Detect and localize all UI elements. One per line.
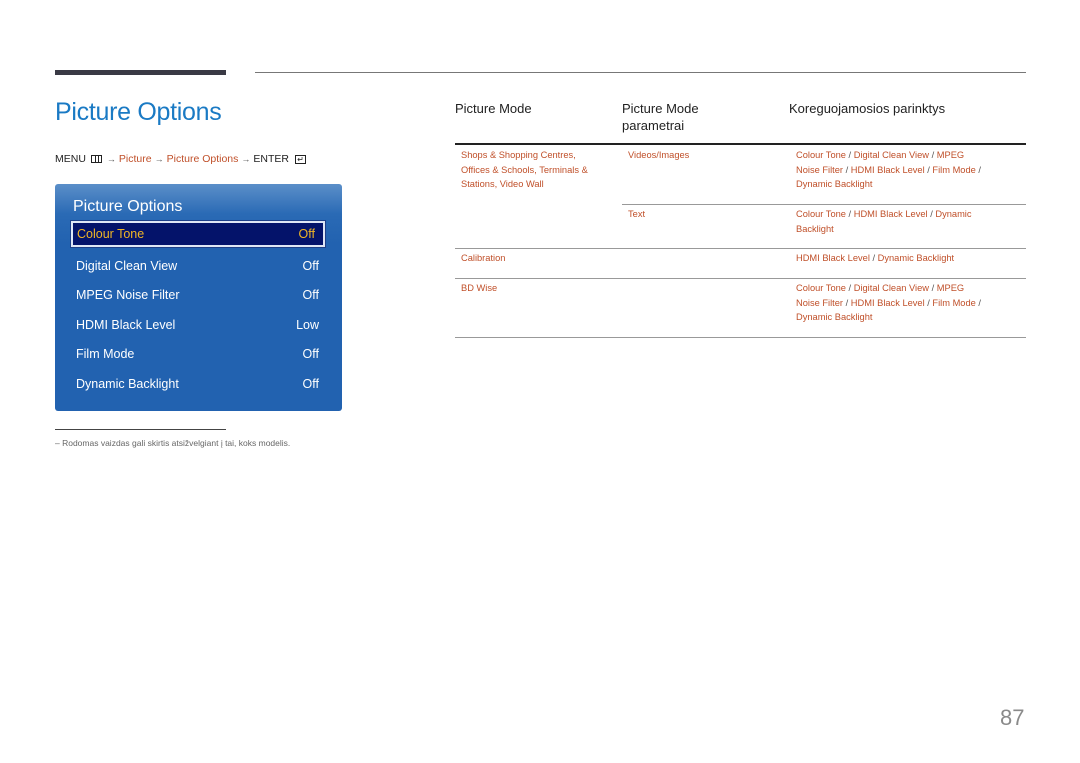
cell-line: Offices & Schools, Terminals & [461, 164, 588, 175]
table-cell-options: Colour Tone / Digital Clean View / MPEG … [796, 148, 981, 192]
separator: / [978, 297, 981, 308]
table-row-rule [455, 248, 1026, 249]
osd-item-dynamic-backlight[interactable]: Dynamic Backlight Off [71, 371, 325, 397]
table-row-rule [455, 337, 1026, 338]
header-line: Picture Mode [622, 101, 699, 116]
osd-item-hdmi-black-level[interactable]: HDMI Black Level Low [71, 312, 325, 338]
menu-path-picture[interactable]: Picture [119, 153, 152, 165]
cell-line: Colour Tone / HDMI Black Level / Dynamic [796, 209, 972, 219]
table-cell-options: HDMI Black Level / Dynamic Backlight [796, 251, 954, 266]
osd-item-value: Off [302, 288, 319, 302]
cell-line: HDMI Black Level / Dynamic Backlight [796, 253, 955, 263]
cell-line: Noise Filter / HDMI Black Level / Film M… [796, 297, 981, 308]
menu-grid-icon [90, 155, 102, 163]
table-cell-mode: BD Wise [461, 281, 497, 296]
table-cell-mode: Calibration [461, 251, 505, 266]
osd-item-label: Digital Clean View [76, 259, 178, 273]
osd-item-value: Low [296, 318, 319, 332]
enter-icon: ↵ [295, 154, 306, 164]
cell-line: BD Wise [461, 283, 498, 293]
osd-item-label: Dynamic Backlight [76, 377, 179, 391]
osd-item-mpeg-noise-filter[interactable]: MPEG Noise Filter Off [71, 282, 325, 308]
separator: / [978, 164, 981, 175]
cell-line: Colour Tone / Digital Clean View / MPEG [796, 150, 965, 160]
menu-path-picture-options[interactable]: Picture Options [167, 153, 239, 165]
table-cell-mode: Shops & Shopping Centres, Offices & Scho… [461, 148, 588, 192]
osd-item-label: Film Mode [76, 347, 135, 361]
footnote: – Rodomas vaizdas gali skirtis atsižvelg… [55, 438, 291, 448]
osd-item-film-mode[interactable]: Film Mode Off [71, 341, 325, 367]
osd-item-label: MPEG Noise Filter [76, 288, 180, 302]
cell-line: Shops & Shopping Centres, [461, 150, 576, 160]
osd-picture-options-panel: Picture Options Colour Tone Off Digital … [55, 184, 342, 411]
osd-item-label: Colour Tone [77, 227, 145, 241]
header-rule [255, 72, 1026, 73]
menu-path: MENU → Picture → Picture Options → ENTER… [55, 153, 306, 165]
osd-item-value: Off [302, 259, 319, 273]
table-header-rule [455, 143, 1026, 145]
arrow-icon: → [241, 154, 251, 164]
page-title: Picture Options [55, 98, 222, 126]
table-cell-options: Colour Tone / Digital Clean View / MPEG … [796, 281, 981, 325]
osd-item-label: HDMI Black Level [76, 318, 176, 332]
osd-title: Picture Options [73, 198, 183, 215]
cell-line: Stations, Video Wall [461, 179, 544, 190]
osd-item-value: Off [302, 377, 319, 391]
footnote-rule [55, 429, 226, 430]
cell-line: Dynamic Backlight [796, 312, 873, 323]
table-cell-param: Videos/Images [628, 150, 690, 160]
cell-line: Backlight [796, 223, 834, 234]
table-row-rule [455, 278, 1026, 279]
cell-line: Dynamic Backlight [796, 179, 873, 190]
osd-item-digital-clean-view[interactable]: Digital Clean View Off [71, 253, 325, 279]
osd-item-value: Off [298, 227, 315, 241]
enter-label: ENTER [253, 153, 289, 165]
table-row-rule [622, 204, 1026, 205]
cell-line: Colour Tone / Digital Clean View / MPEG [796, 283, 965, 293]
cell-line: Noise Filter / HDMI Black Level / Film M… [796, 164, 981, 175]
arrow-icon: → [106, 154, 116, 164]
menu-label: MENU [55, 153, 86, 165]
header-line: parametrai [622, 118, 685, 133]
table-header-parameters: Picture Mode parametrai [622, 100, 699, 134]
table-cell-options: Colour Tone / HDMI Black Level / Dynamic… [796, 207, 972, 236]
page-number: 87 [1000, 705, 1025, 730]
table-header-picture-mode: Picture Mode [455, 101, 532, 116]
header-accent-bar [55, 70, 226, 75]
cell-line: Calibration [461, 253, 506, 263]
osd-item-colour-tone[interactable]: Colour Tone Off [70, 220, 326, 248]
table-cell-param: Text [628, 209, 646, 219]
osd-item-value: Off [302, 347, 319, 361]
table-header-options: Koreguojamosios parinktys [789, 101, 946, 116]
arrow-icon: → [154, 154, 164, 164]
